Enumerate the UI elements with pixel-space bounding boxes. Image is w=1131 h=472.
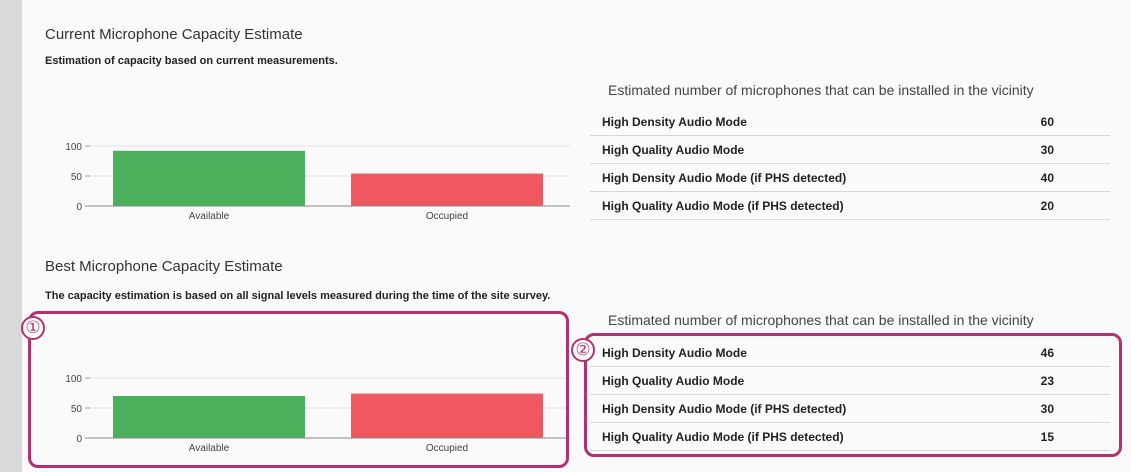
chart-y-tick-label: 0 bbox=[76, 202, 82, 213]
best-section-description: The capacity estimation is based on all … bbox=[45, 290, 551, 302]
chart-y-tick-label: 100 bbox=[65, 142, 82, 153]
chart-bar-occupied bbox=[351, 173, 543, 206]
mic-count-value: 30 bbox=[1040, 143, 1054, 157]
callout-number-2: ② bbox=[571, 338, 595, 362]
left-border bbox=[0, 0, 22, 472]
callout-box-chart bbox=[28, 311, 569, 468]
current-section-description: Estimation of capacity based on current … bbox=[45, 55, 338, 67]
current-table-heading: Estimated number of microphones that can… bbox=[608, 82, 1034, 98]
mic-table-row: High Density Audio Mode (if PHS detected… bbox=[590, 164, 1110, 192]
chart-bar-available bbox=[113, 150, 305, 206]
mic-mode-label: High Density Audio Mode (if PHS detected… bbox=[602, 171, 847, 185]
current-capacity-chart: 0 50 100 Available Occupied bbox=[65, 142, 570, 222]
best-section-title: Best Microphone Capacity Estimate bbox=[45, 258, 283, 275]
current-mic-table: High Density Audio Mode 60 High Quality Au… bbox=[590, 108, 1110, 220]
mic-mode-label: High Density Audio Mode bbox=[602, 115, 747, 129]
current-section-title: Current Microphone Capacity Estimate bbox=[45, 26, 303, 43]
mic-count-value: 40 bbox=[1040, 171, 1054, 185]
mic-mode-label: High Quality Audio Mode (if PHS detected… bbox=[602, 199, 844, 213]
mic-table-row: High Quality Audio Mode (if PHS detected… bbox=[590, 192, 1110, 220]
mic-mode-label: High Quality Audio Mode bbox=[602, 143, 745, 157]
mic-count-value: 60 bbox=[1040, 115, 1054, 129]
mic-table-row: High Quality Audio Mode 30 bbox=[590, 136, 1110, 164]
chart-x-tick-label: Available bbox=[189, 211, 230, 222]
callout-box-table bbox=[584, 333, 1122, 457]
best-table-heading: Estimated number of microphones that can… bbox=[608, 312, 1034, 328]
chart-y-tick-label: 50 bbox=[71, 172, 83, 183]
mic-table-row: High Density Audio Mode 60 bbox=[590, 108, 1110, 136]
chart-x-tick-label: Occupied bbox=[426, 211, 468, 222]
mic-count-value: 20 bbox=[1040, 199, 1054, 213]
callout-number-1: ① bbox=[21, 316, 45, 340]
